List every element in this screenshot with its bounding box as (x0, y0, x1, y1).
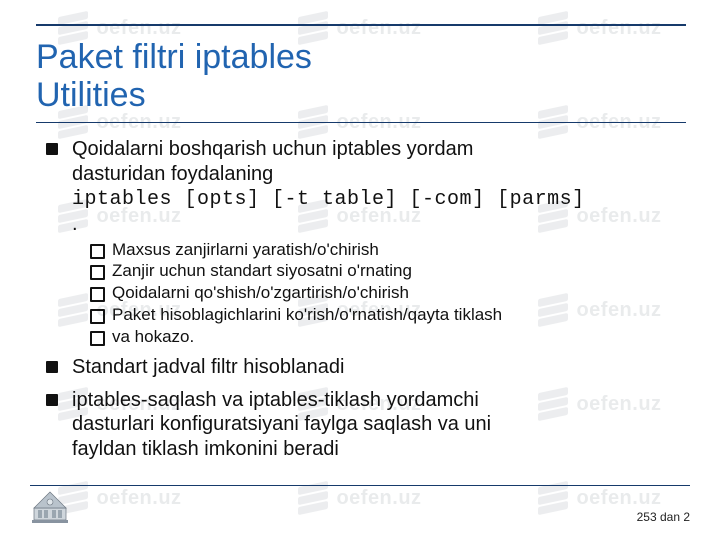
footer-rule (30, 485, 690, 486)
slide: Paket filtri iptables Utilities Qoidalar… (0, 0, 720, 540)
bullet-1: Qoidalarni boshqarish uchun iptables yor… (40, 137, 686, 347)
sub-bullet: Maxsus zanjirlarni yaratish/o'chirish (88, 239, 686, 261)
sub-bullet: Paket hisoblagichlarini ko'rish/o'rnatis… (88, 304, 686, 326)
title-line-2: Utilities (36, 76, 146, 114)
sub-bullet: Qoidalarni qo'shish/o'zgartirish/o'chiri… (88, 282, 686, 304)
title-rule-bottom (36, 122, 686, 123)
title-line-1: Paket filtri iptables (36, 38, 312, 76)
page-number: 253 dan 2 (637, 510, 690, 524)
sub-bullet: Zanjir uchun standart siyosatni o'rnatin… (88, 260, 686, 282)
crest-icon (30, 490, 70, 524)
sub-bullet: va hokazo. (88, 326, 686, 348)
title-rule-top (36, 24, 686, 26)
slide-title: Paket filtri iptables Utilities (36, 38, 686, 114)
bullet-2: Standart jadval filtr hisoblanadi (40, 355, 686, 379)
slide-body: Qoidalarni boshqarish uchun iptables yor… (34, 137, 686, 469)
bullet-3: iptables-saqlash va iptables-tiklash yor… (40, 388, 686, 461)
code-line: iptables [opts] [-t table] [-com] [parms… (72, 188, 585, 211)
